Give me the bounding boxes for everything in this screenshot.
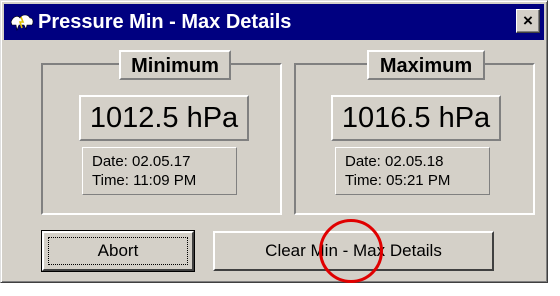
minimum-timestamp: Date: 02.05.17 Time: 11:09 PM [82,147,237,195]
maximum-label: Maximum [367,50,485,80]
abort-button[interactable]: Abort [41,230,195,272]
close-button[interactable]: × [516,9,540,33]
maximum-value: 1016.5 hPa [331,95,501,141]
maximum-time: Time: 05:21 PM [345,172,451,189]
pressure-dialog: Pressure Min - Max Details × Minimum Max… [0,0,548,283]
minimum-label: Minimum [119,50,231,80]
clear-button-label: Clear Min - Max Details [265,241,442,260]
focus-rectangle [48,237,188,265]
title-bar[interactable]: Pressure Min - Max Details × [4,4,544,40]
window-title: Pressure Min - Max Details [38,11,292,33]
clear-min-max-button[interactable]: Clear Min - Max Details [213,231,494,271]
minimum-date: Date: 02.05.17 [92,153,191,170]
minimum-value: 1012.5 hPa [79,95,249,141]
weather-station-icon [10,14,34,31]
maximum-date: Date: 02.05.18 [345,153,444,170]
close-icon: × [523,11,533,30]
minimum-time: Time: 11:09 PM [92,172,197,189]
maximum-timestamp: Date: 02.05.18 Time: 05:21 PM [335,147,490,195]
